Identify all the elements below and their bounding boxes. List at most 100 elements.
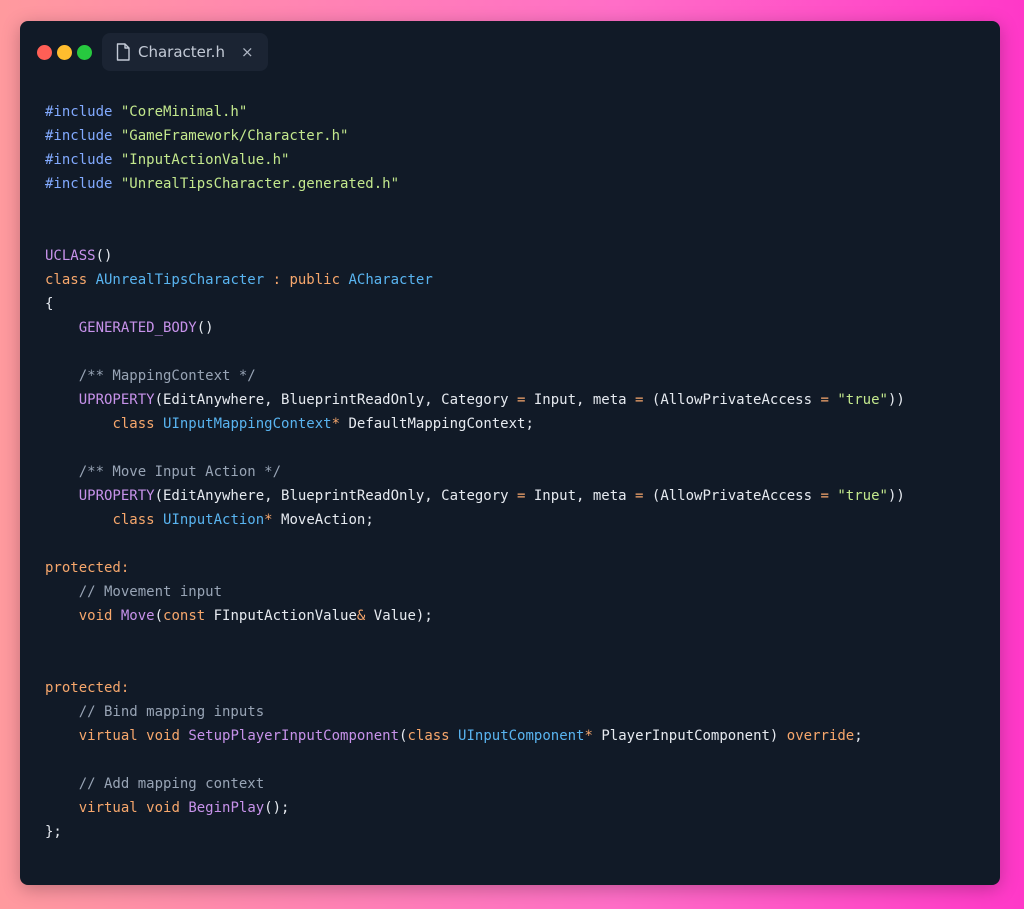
code-token: )) — [887, 392, 905, 408]
code-line: class UInputMappingContext* DefaultMappi… — [45, 412, 980, 436]
code-token: UCLASS — [45, 248, 96, 264]
code-token: UInputMappingContext — [163, 416, 332, 432]
code-token: AUnrealTipsCharacter — [95, 272, 265, 288]
code-line: #include "CoreMinimal.h" — [45, 100, 980, 124]
code-token: * — [584, 728, 593, 744]
code-token: "UnrealTipsCharacter.generated.h" — [120, 176, 400, 192]
code-token: /** Move Input Action */ — [78, 464, 282, 480]
code-token: GENERATED_BODY — [78, 320, 197, 336]
code-token: class — [407, 728, 459, 744]
code-token: DefaultMappingContext; — [340, 416, 534, 432]
code-token: #include — [45, 176, 121, 192]
code-token: (); — [264, 800, 290, 816]
code-token: * — [264, 512, 273, 528]
code-line: // Movement input — [45, 580, 980, 604]
code-line: /** Move Input Action */ — [45, 460, 980, 484]
code-token: "true" — [837, 488, 888, 504]
code-token: (AllowPrivateAccess — [643, 488, 821, 504]
code-token: BeginPlay — [188, 800, 265, 816]
code-token: () — [95, 248, 113, 264]
code-line: UPROPERTY(EditAnywhere, BlueprintReadOnl… — [45, 484, 980, 508]
code-token: Input, meta — [525, 392, 636, 408]
code-token: const — [163, 608, 214, 624]
code-line: #include "InputActionValue.h" — [45, 148, 980, 172]
code-token: MoveAction; — [272, 512, 374, 528]
code-token: UPROPERTY — [78, 488, 155, 504]
code-token: (EditAnywhere, BlueprintReadOnly, Catego… — [154, 392, 518, 408]
code-token: virtual — [78, 800, 147, 816]
code-token: // Movement input — [78, 584, 223, 600]
code-line: void Move(const FInputActionValue& Value… — [45, 604, 980, 628]
code-token: Move — [120, 608, 155, 624]
close-window-dot[interactable] — [37, 44, 52, 60]
code-token: #include — [45, 128, 121, 144]
tab-character-h[interactable]: Character.h × — [102, 33, 268, 71]
code-line: protected: — [45, 556, 980, 580]
code-window: Character.h × #include "CoreMinimal.h" #i… — [20, 21, 1000, 885]
code-token: ( — [154, 608, 164, 624]
code-token: override — [786, 728, 855, 744]
code-line: // Add mapping context — [45, 772, 980, 796]
close-tab-icon[interactable]: × — [241, 43, 254, 61]
code-token: Input, meta — [525, 488, 636, 504]
code-token: )) — [887, 488, 905, 504]
code-line: virtual void BeginPlay(); — [45, 796, 980, 820]
minimize-window-dot[interactable] — [57, 44, 72, 60]
code-token: UInputAction — [163, 512, 265, 528]
code-token: ACharacter — [348, 272, 433, 288]
file-icon — [116, 43, 130, 61]
code-token: class — [45, 272, 96, 288]
code-token: class — [112, 416, 164, 432]
code-token: void — [146, 728, 189, 744]
code-line: { — [45, 292, 980, 316]
code-token: ; — [854, 728, 863, 744]
code-token: "CoreMinimal.h" — [120, 104, 248, 120]
code-token: FInputActionValue — [213, 608, 357, 624]
code-block: #include "CoreMinimal.h" #include "GameFr… — [45, 100, 980, 844]
code-token: #include — [45, 104, 121, 120]
code-token: protected: — [45, 680, 130, 696]
code-token: (EditAnywhere, BlueprintReadOnly, Catego… — [154, 488, 518, 504]
code-token: UPROPERTY — [78, 392, 155, 408]
code-token: "GameFramework/Character.h" — [120, 128, 349, 144]
code-token: #include — [45, 152, 121, 168]
code-token: PlayerInputComponent) — [592, 728, 787, 744]
code-token: /** MappingContext */ — [78, 368, 256, 384]
code-token: = — [820, 392, 829, 408]
code-line: class AUnrealTipsCharacter : public ACha… — [45, 268, 980, 292]
code-token: // Add mapping context — [78, 776, 265, 792]
tab-title: Character.h — [138, 43, 225, 61]
code-line: #include "UnrealTipsCharacter.generated.… — [45, 172, 980, 196]
code-token: = — [820, 488, 829, 504]
code-line: // Bind mapping inputs — [45, 700, 980, 724]
code-token: void — [146, 800, 189, 816]
code-token: (AllowPrivateAccess — [643, 392, 821, 408]
code-token: { — [45, 296, 54, 312]
code-token: SetupPlayerInputComponent — [188, 728, 400, 744]
code-token: // Bind mapping inputs — [78, 704, 265, 720]
code-line: GENERATED_BODY() — [45, 316, 980, 340]
code-token: class — [112, 512, 164, 528]
maximize-window-dot[interactable] — [77, 44, 92, 60]
code-line: virtual void SetupPlayerInputComponent(c… — [45, 724, 980, 748]
code-token: public — [289, 272, 349, 288]
code-token: () — [196, 320, 214, 336]
